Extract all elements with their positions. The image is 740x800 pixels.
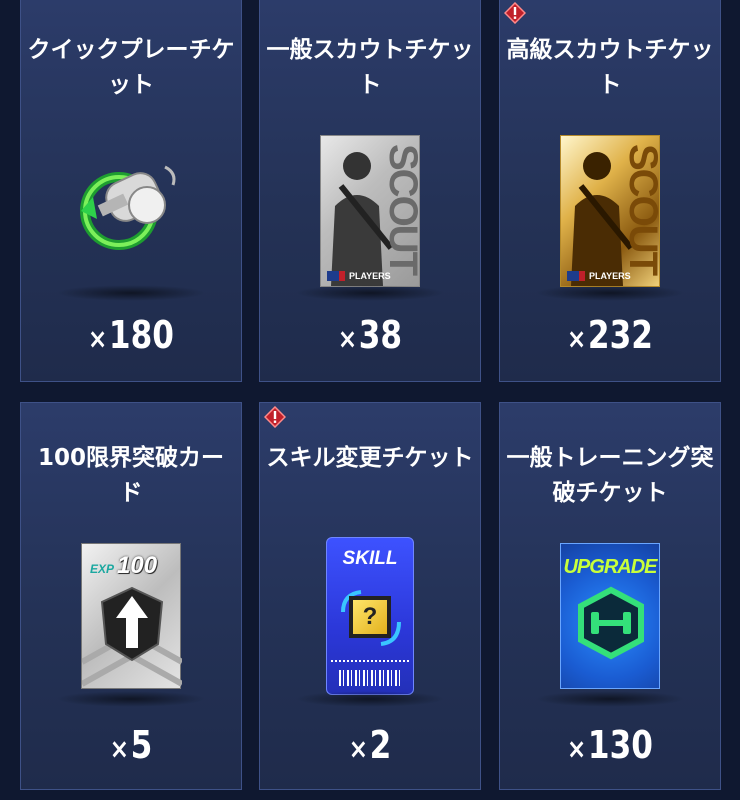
item-shadow	[295, 691, 445, 707]
whistle-icon	[77, 159, 187, 263]
item-shadow	[295, 285, 445, 301]
item-grid: クイックプレーチケット ×180 一般スカウトチケット SCOUT PLAYER…	[0, 0, 740, 800]
question-mark-icon: ?	[349, 596, 391, 638]
scout-word: SCOUT	[621, 144, 660, 274]
item-title: スキル変更チケット	[266, 445, 474, 471]
scout-word: SCOUT	[381, 144, 420, 274]
item-title: 100限界突破カード	[37, 445, 224, 506]
mlb-players-logo: PLAYERS	[567, 270, 631, 282]
item-card-general-scout[interactable]: 一般スカウトチケット SCOUT PLAYERS ×38	[259, 0, 481, 382]
item-count: ×38	[337, 313, 403, 357]
item-count: ×232	[567, 313, 653, 357]
item-title: 一般トレーニング突破チケット	[506, 445, 714, 506]
item-shadow	[56, 691, 206, 707]
skill-ticket-icon: SKILL ?	[326, 537, 414, 695]
alert-icon	[503, 1, 527, 25]
item-shadow	[56, 285, 206, 301]
item-title: クイックプレーチケット	[27, 37, 235, 98]
item-card-premium-scout[interactable]: 高級スカウトチケット SCOUT PLAYERS ×232	[499, 0, 721, 382]
item-title: 一般スカウトチケット	[266, 37, 474, 98]
ticket-perforation	[331, 660, 409, 662]
silver-scout-card-icon: SCOUT PLAYERS	[320, 135, 420, 287]
item-card-skill-change[interactable]: スキル変更チケット SKILL ? ×2	[259, 402, 481, 790]
item-card-limit-break[interactable]: 100限界突破カード EXP 100 ×5	[20, 402, 242, 790]
item-count: ×2	[348, 723, 392, 767]
item-card-quick-play[interactable]: クイックプレーチケット ×180	[20, 0, 242, 382]
item-title: 高級スカウトチケット	[506, 37, 714, 98]
item-count: ×130	[567, 723, 653, 767]
item-count: ×180	[88, 313, 174, 357]
gold-scout-card-icon: SCOUT PLAYERS	[560, 135, 660, 287]
exp-100-card-icon: EXP 100	[81, 543, 182, 689]
alert-icon	[263, 405, 287, 429]
item-card-training-break[interactable]: 一般トレーニング突破チケット UPGRADE ×130	[499, 402, 721, 790]
item-count: ×5	[109, 723, 153, 767]
barcode	[339, 670, 401, 686]
item-shadow	[535, 691, 685, 707]
mlb-players-logo: PLAYERS	[327, 270, 391, 282]
item-shadow	[535, 285, 685, 301]
upgrade-card-icon: UPGRADE	[560, 543, 660, 689]
